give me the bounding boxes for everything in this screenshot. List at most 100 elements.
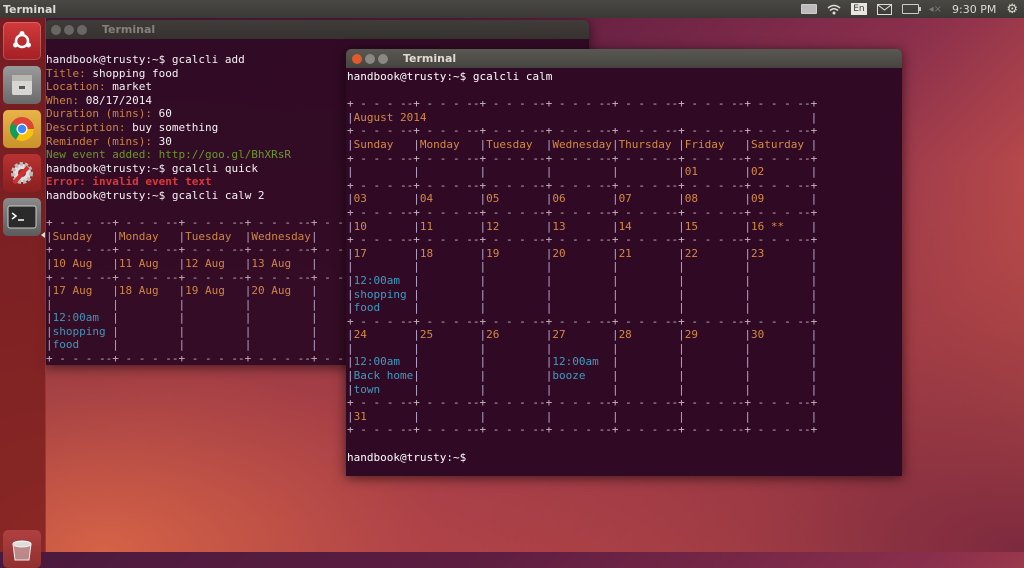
keyboard-icon[interactable] xyxy=(801,4,818,14)
field-value: shopping food xyxy=(92,66,179,80)
grid-bar: | xyxy=(678,301,685,315)
gear-icon[interactable]: ⚙ xyxy=(1006,2,1018,17)
mail-icon[interactable] xyxy=(876,3,892,15)
date-cell: 21 xyxy=(618,246,679,260)
date-cell: 17 Aug xyxy=(52,284,113,298)
date-cell: 09 xyxy=(751,192,811,206)
date-cell: 17 xyxy=(353,246,414,260)
grid-bar: | xyxy=(112,324,119,338)
event-text xyxy=(552,274,612,287)
grid-bar: | xyxy=(611,137,619,151)
terminal-output[interactable]: handbook@trusty:~$ gcalcli calm + - - - … xyxy=(346,68,902,472)
grid-bar: | xyxy=(611,165,619,179)
maximize-button[interactable] xyxy=(77,24,87,35)
grid-border: + - - - --+ - - - --+ - - - --+ - - - --… xyxy=(347,423,818,437)
event-text xyxy=(486,288,546,301)
active-app-title: Terminal xyxy=(3,2,57,16)
event-text xyxy=(751,383,811,396)
grid-bar: | xyxy=(678,219,685,233)
empty-cell xyxy=(251,298,311,311)
spacer-row: | | | | | | | | xyxy=(347,342,901,356)
active-app-indicator xyxy=(41,232,45,238)
date-row: |10 |11 |12 |13 |14 |15 |16 ** | xyxy=(347,220,901,234)
launcher-item-files[interactable] xyxy=(3,66,41,104)
prompt: handbook@trusty:~$ xyxy=(46,188,172,202)
date-cell: 01 xyxy=(684,165,745,179)
event-text xyxy=(619,288,679,301)
field-label: Reminder (mins): xyxy=(46,134,159,148)
grid-border: + - - - --+ - - - --+ - - - --+ - - - --… xyxy=(347,233,818,247)
grid-bar: | xyxy=(347,110,354,124)
grid-bar: | xyxy=(413,192,420,206)
titlebar[interactable]: Terminal xyxy=(346,49,902,68)
date-cell xyxy=(685,410,745,423)
grid-bar: | xyxy=(310,311,318,325)
grid-bar: | xyxy=(810,287,818,301)
grid-bar: | xyxy=(413,246,420,260)
top-panel: Terminal En ◂× 9:30 PM ⚙ xyxy=(0,0,1024,18)
day-header: Tuesday xyxy=(185,229,245,243)
launcher-item-trash[interactable] xyxy=(3,530,41,568)
event-row: |12:00am | | |12:00am | | | | xyxy=(347,355,901,369)
grid-bar: | xyxy=(678,382,685,396)
battery-icon[interactable] xyxy=(901,4,921,14)
grid-bar: | xyxy=(611,369,619,383)
event-text: town xyxy=(353,382,414,396)
grid-bar: | xyxy=(310,284,318,298)
field-label: When: xyxy=(46,93,86,107)
minimize-button[interactable] xyxy=(365,53,375,64)
empty-cell xyxy=(685,260,745,273)
settings-icon xyxy=(11,162,33,185)
date-cell: 20 Aug xyxy=(251,284,311,298)
launcher-item-dash[interactable] xyxy=(3,22,41,60)
event-text xyxy=(486,355,546,368)
grid-bar: | xyxy=(46,324,53,338)
launcher-item-settings[interactable] xyxy=(3,154,41,192)
day-header: Thursday xyxy=(618,137,679,151)
grid-border: + - - - --+ - - - --+ - - - --+ - - - --… xyxy=(347,205,818,219)
grid-separator: + - - - --+ - - - --+ - - - --+ - - - --… xyxy=(347,206,901,220)
date-row: |24 |25 |26 |27 |28 |29 |30 | xyxy=(347,328,901,342)
grid-bar: | xyxy=(46,311,53,325)
close-button[interactable] xyxy=(352,53,362,64)
day-header: Wednesday xyxy=(552,137,612,151)
grid-bar: | xyxy=(810,137,818,151)
event-text xyxy=(619,383,679,396)
language-indicator[interactable]: En xyxy=(851,3,867,15)
launcher-item-terminal[interactable] xyxy=(3,198,41,236)
day-header: Sunday xyxy=(353,137,414,151)
grid-bar: | xyxy=(46,256,53,270)
grid-bar: | xyxy=(413,287,420,301)
event-text xyxy=(119,338,179,351)
date-row: |31 | | | | | | | xyxy=(347,410,901,424)
date-cell: 14 xyxy=(618,219,679,233)
grid-bar: | xyxy=(413,273,420,287)
minimize-button[interactable] xyxy=(64,24,74,35)
field-value: 30 xyxy=(158,134,172,148)
clock[interactable]: 9:30 PM xyxy=(952,3,996,16)
date-cell: 12 Aug xyxy=(185,256,245,270)
maximize-button[interactable] xyxy=(378,53,388,64)
grid-separator: + - - - --+ - - - --+ - - - --+ - - - --… xyxy=(347,315,901,329)
event-text xyxy=(751,288,811,301)
field-value: market xyxy=(112,80,152,94)
date-cell: 29 xyxy=(684,328,745,342)
empty-cell xyxy=(619,342,679,355)
grid-bar: | xyxy=(413,409,420,423)
event-text: 12:00am xyxy=(353,273,414,287)
grid-bar: | xyxy=(413,165,420,179)
event-text xyxy=(420,301,480,314)
wifi-icon[interactable] xyxy=(827,4,841,15)
event-text: 12:00am xyxy=(52,311,113,325)
empty-cell xyxy=(354,260,414,273)
terminal-window-front[interactable]: Terminal handbook@trusty:~$ gcalcli calm… xyxy=(346,49,902,476)
grid-bar: | xyxy=(347,328,354,342)
titlebar[interactable]: Terminal xyxy=(45,20,589,39)
empty-cell xyxy=(420,260,480,273)
date-cell xyxy=(486,410,546,423)
volume-muted-icon[interactable]: ◂× xyxy=(929,4,942,15)
grid-bar: | xyxy=(678,137,685,151)
close-button[interactable] xyxy=(51,24,61,35)
launcher-item-chrome[interactable] xyxy=(3,110,41,148)
